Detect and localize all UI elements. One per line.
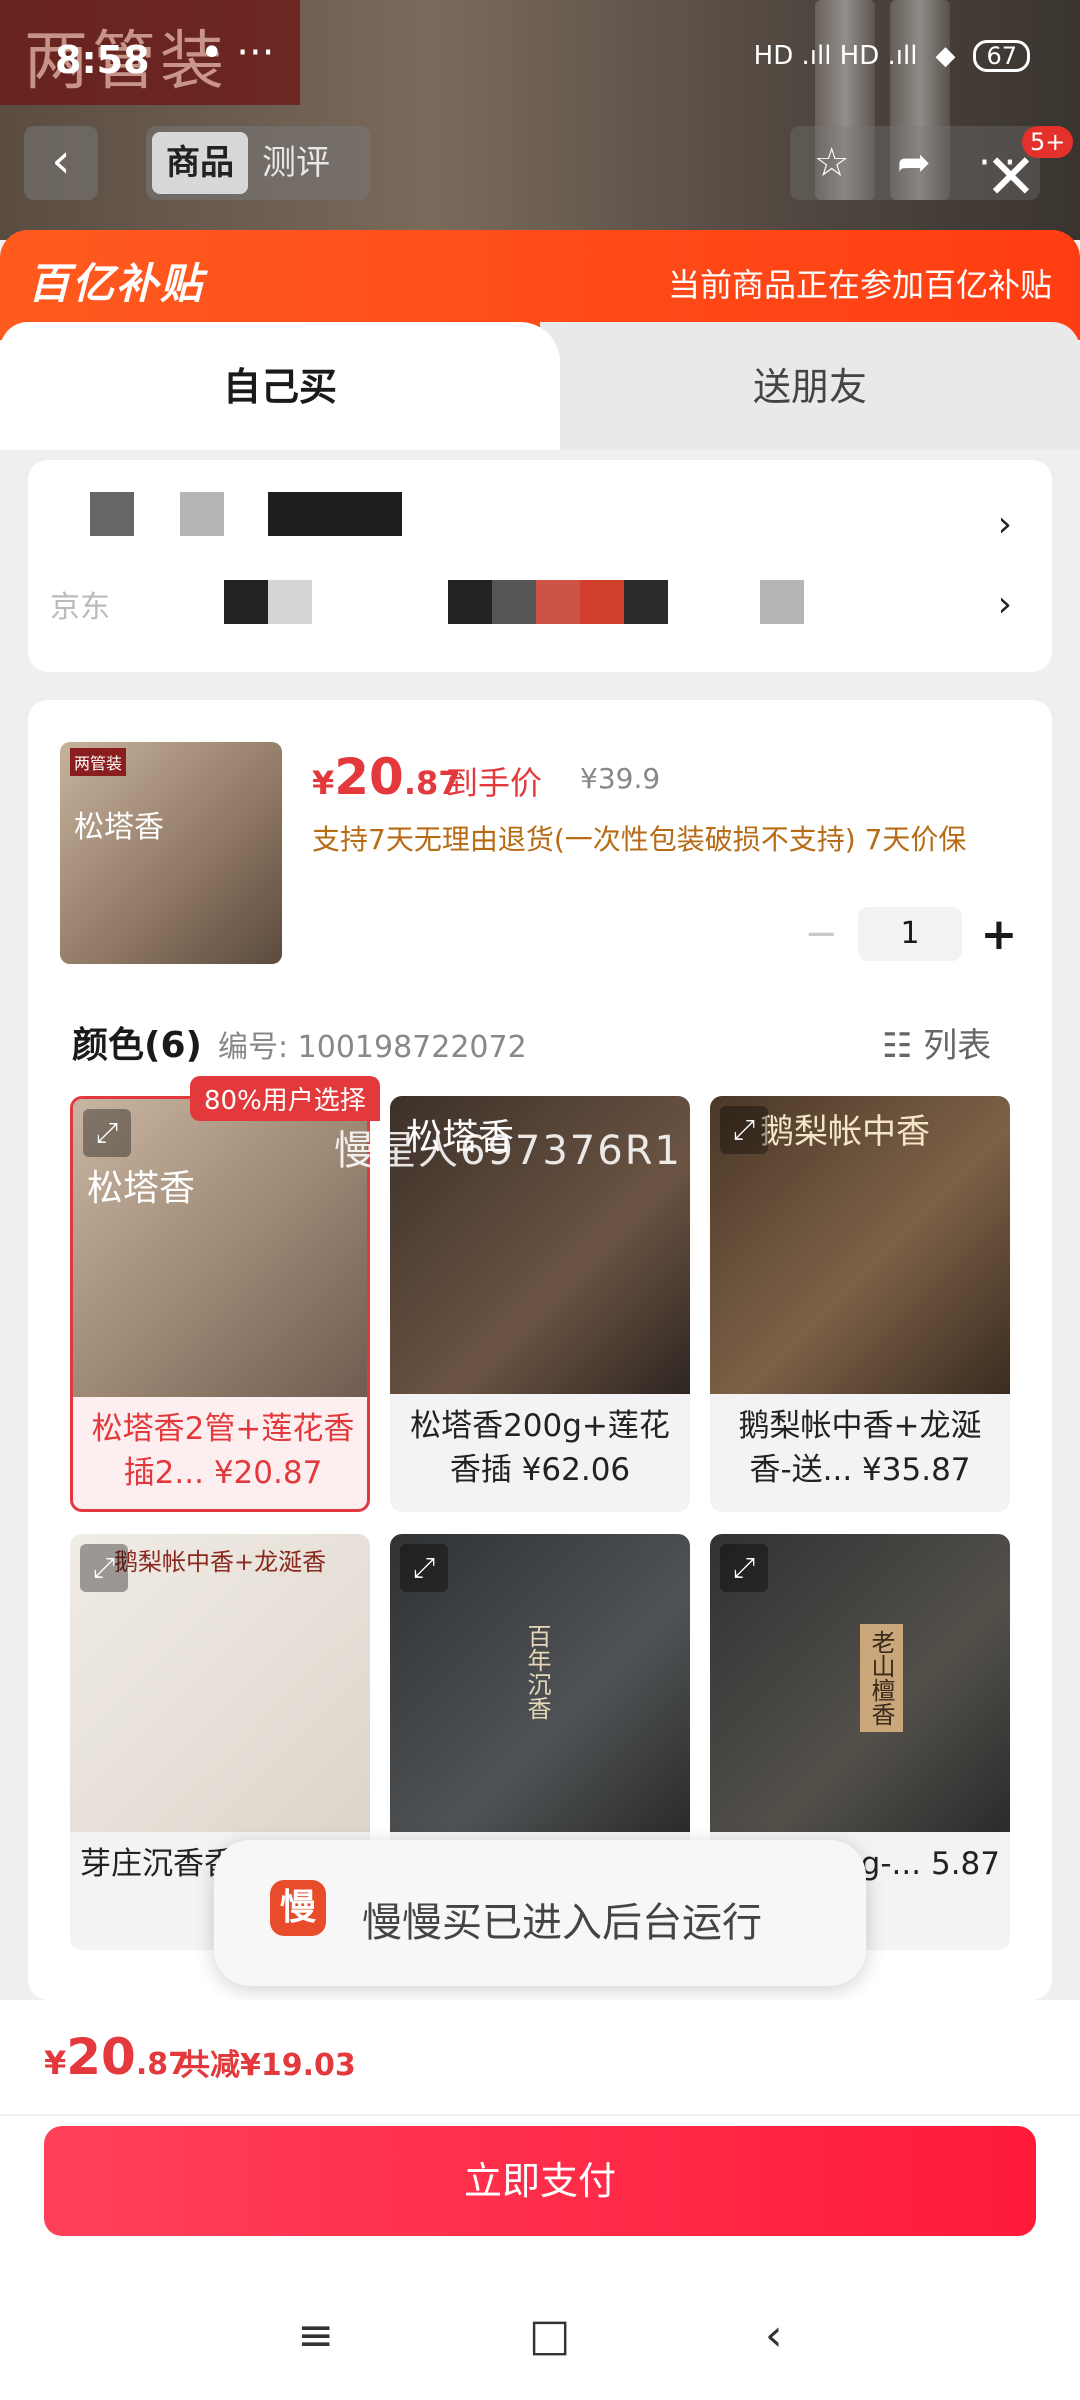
color-option-caption: 松塔香200g+莲花香插 ¥62.06 xyxy=(410,1408,670,1488)
redacted-block xyxy=(580,580,624,624)
redacted-block xyxy=(268,492,402,536)
favorite-star-icon[interactable]: ☆ xyxy=(814,140,850,186)
thumb-tag: 两管装 xyxy=(70,748,127,776)
product-thumbnail[interactable]: 两管装 松塔香 xyxy=(60,742,282,964)
redacted-block xyxy=(448,580,492,624)
expand-icon[interactable]: ⤢ xyxy=(720,1106,768,1154)
color-option[interactable]: 鹅梨帐中香 ⤢ 鹅梨帐中香+龙涎香-送... ¥35.87 xyxy=(710,1096,1010,1512)
redacted-block xyxy=(224,580,268,624)
segment-control: 商品 测评 xyxy=(146,126,370,200)
expand-icon[interactable]: ⤢ xyxy=(720,1544,768,1592)
address-partial-text: 京东 xyxy=(50,590,110,625)
image-text: 鹅梨帐中香 xyxy=(760,1112,930,1152)
original-price: ¥39.9 xyxy=(580,762,661,795)
redacted-block xyxy=(760,580,804,624)
redacted-block xyxy=(268,580,312,624)
list-icon: ☷ xyxy=(882,1026,924,1066)
decrease-button[interactable]: − xyxy=(800,911,842,957)
address-card[interactable]: › 京东 › xyxy=(28,460,1052,672)
back-button[interactable]: ‹ xyxy=(24,126,98,200)
tab-gift-friend[interactable]: 送朋友 xyxy=(540,322,1080,452)
purchase-tabs: 送朋友 自己买 xyxy=(0,322,1080,452)
total-savings: 共减¥19.03 xyxy=(180,2048,356,2083)
list-view-toggle[interactable]: ☷ 列表 xyxy=(882,1018,991,1067)
image-text: 鹅梨帐中香+龙涎香 xyxy=(114,1548,327,1576)
menu-icon[interactable]: ≡ xyxy=(297,2310,334,2361)
quantity-stepper: − 1 + xyxy=(800,906,1020,962)
current-price: ¥20.87 xyxy=(312,748,461,806)
redacted-block xyxy=(536,580,580,624)
quantity-input[interactable]: 1 xyxy=(858,907,962,961)
tab-product[interactable]: 商品 xyxy=(152,132,248,194)
color-option-caption: 松塔香2管+莲花香插2... ¥20.87 xyxy=(91,1411,355,1491)
subsidy-message: 当前商品正在参加百亿补贴 xyxy=(667,266,1052,304)
toast-message: 慢慢买已进入后台运行 xyxy=(362,1900,762,1946)
list-view-label: 列表 xyxy=(923,1026,992,1066)
redacted-block xyxy=(492,580,536,624)
chevron-right-icon: › xyxy=(997,504,1012,545)
share-icon[interactable]: ➦ xyxy=(897,140,931,186)
background-running-toast: 慢 慢慢买已进入后台运行 xyxy=(214,1840,866,1986)
increase-button[interactable]: + xyxy=(978,909,1020,960)
redacted-block xyxy=(90,492,134,536)
chevron-right-icon: › xyxy=(997,584,1012,625)
status-notification-icons: • ··· xyxy=(200,30,275,76)
thumb-title: 松塔香 xyxy=(74,810,164,845)
tab-buy-self[interactable]: 自己买 xyxy=(0,322,560,452)
image-text: 松塔香 xyxy=(87,1168,196,1209)
total-price: ¥20.87 xyxy=(44,2028,190,2086)
status-bar: 8:58 • ··· HD .ıll HD .ıll ◆ 67 xyxy=(0,0,1080,120)
expand-icon[interactable]: ⤢ xyxy=(80,1544,128,1592)
image-text: 百年沉香 xyxy=(523,1624,551,1720)
expand-icon[interactable]: ⤢ xyxy=(83,1109,131,1157)
redacted-block xyxy=(624,580,668,624)
app-logo-icon: 慢 xyxy=(270,1880,326,1936)
home-icon[interactable]: □ xyxy=(529,2310,571,2361)
close-icon[interactable]: ✕ xyxy=(985,140,1037,213)
battery-icon: 67 xyxy=(973,40,1030,72)
service-promise: 支持7天无理由退货(一次性包装破损不支持) 7天价保 xyxy=(312,823,967,856)
color-heading: 颜色(6) xyxy=(72,1025,202,1066)
watermark-text: 慢星人697376R1 xyxy=(334,1128,682,1174)
subsidy-brand: 百亿补贴 xyxy=(28,259,205,308)
tab-review[interactable]: 测评 xyxy=(248,132,344,194)
back-icon[interactable]: ‹ xyxy=(765,2310,783,2361)
signal-icon: HD .ıll HD .ıll xyxy=(753,41,918,71)
divider xyxy=(0,2114,1080,2116)
image-text: 老山檀香 xyxy=(860,1624,903,1732)
redacted-block xyxy=(180,492,224,536)
product-code: 编号: 100198722072 xyxy=(218,1030,527,1065)
status-right-group: HD .ıll HD .ıll ◆ 67 xyxy=(754,40,1030,72)
pay-now-button[interactable]: 立即支付 xyxy=(44,2126,1036,2236)
color-option-caption: 鹅梨帐中香+龙涎香-送... ¥35.87 xyxy=(738,1408,982,1488)
popular-badge: 80%用户选择 xyxy=(190,1076,380,1121)
system-navigation-bar: ≡ □ ‹ xyxy=(0,2290,1080,2380)
color-option[interactable]: 松塔香 ⤢ 松塔香2管+莲花香插2... ¥20.87 xyxy=(70,1096,370,1512)
diamond-icon: ◆ xyxy=(935,41,956,71)
status-time: 8:58 xyxy=(55,38,150,82)
price-label: 到手价 xyxy=(446,764,543,802)
expand-icon[interactable]: ⤢ xyxy=(400,1544,448,1592)
